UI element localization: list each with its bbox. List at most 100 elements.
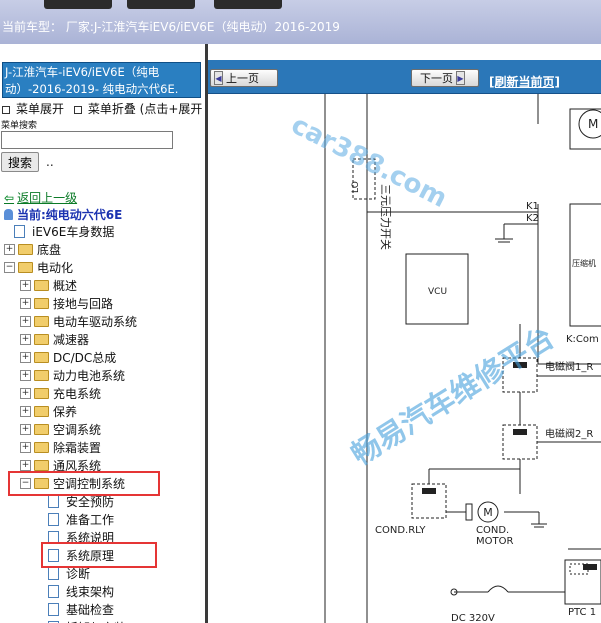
model-title-line: 动）-2016-2019- 纯电动六代6E. <box>5 82 179 96</box>
page-nav-bar: ◀ 上一页 下一页 ▶ [刷新当前页] <box>208 60 601 94</box>
expand-icon[interactable]: + <box>4 243 15 255</box>
folder-icon <box>34 315 49 327</box>
menu-expand-link[interactable]: 菜单展开 <box>16 102 64 116</box>
back-link-label: 返回上一级 <box>17 191 78 205</box>
tree-folder-item[interactable]: + 保养 <box>20 402 77 420</box>
tree-item-label: DC/DC总成 <box>53 350 117 365</box>
expand-icon[interactable]: + <box>20 279 31 291</box>
back-link[interactable]: ⇦ 返回上一级 <box>4 189 77 206</box>
expand-icon[interactable]: + <box>20 423 31 435</box>
tree-item-label: 减速器 <box>53 332 90 347</box>
tree-doc-item[interactable]: 线束架构 <box>48 582 114 600</box>
k-comp-label: K:Com <box>566 334 599 345</box>
cond-motor-label: COND. <box>476 525 509 536</box>
user-icon <box>4 209 13 220</box>
expand-icon[interactable]: + <box>20 441 31 453</box>
k2-label: K2 <box>526 213 539 224</box>
top-tab-button[interactable] <box>214 0 282 9</box>
tree-item-label: 保养 <box>53 404 78 419</box>
top-bar: 当前车型： 厂家:J-江淮汽车iEV6/iEV6E（纯电动）2016-2019 <box>0 0 601 45</box>
tree-folder-item[interactable]: + 接地与回路 <box>20 294 113 312</box>
square-icon <box>2 105 10 114</box>
tree-item-label: 准备工作 <box>66 512 115 527</box>
tree-item-label: 接地与回路 <box>53 296 114 311</box>
folder-icon <box>34 441 49 453</box>
cond-rly-label: COND.RLY <box>375 525 426 536</box>
prev-page-button[interactable]: ◀ 上一页 <box>210 69 278 87</box>
ptc-label: PTC 1 <box>568 607 596 618</box>
compressor-label: 压缩机 <box>572 258 596 268</box>
tree-folder-item[interactable]: + 充电系统 <box>20 384 101 402</box>
square-icon <box>73 105 82 114</box>
tree-folder-item[interactable]: − 电动化 <box>4 258 73 276</box>
back-arrow-icon: ⇦ <box>4 191 15 205</box>
cond-motor-label: MOTOR <box>476 536 513 547</box>
menu-controls: 菜单展开 菜单折叠 (点击+展开 <box>2 100 202 117</box>
highlight-box <box>41 542 157 568</box>
prev-page-label: 上一页 <box>226 72 259 85</box>
tree-folder-item[interactable]: + 底盘 <box>4 240 61 258</box>
current-car-value: 厂家:J-江淮汽车iEV6/iEV6E（纯电动）2016-2019 <box>65 20 340 34</box>
tree-item-label: 线束架构 <box>66 584 115 599</box>
tree-doc-item[interactable]: iEV6E车身数据 <box>14 222 114 240</box>
k1-label: K1 <box>526 201 539 212</box>
tree-item-label: 动力电池系统 <box>53 368 126 383</box>
search-button[interactable]: 搜索 <box>1 152 40 172</box>
folder-icon <box>34 459 49 471</box>
tree-folder-item[interactable]: + 减速器 <box>20 330 89 348</box>
model-title-line: J-江淮汽车-iEV6/iEV6E（纯电 <box>5 65 160 79</box>
tree-folder-item[interactable]: + 除霜装置 <box>20 438 101 456</box>
expand-icon[interactable]: + <box>20 369 31 381</box>
search-input[interactable] <box>1 131 173 149</box>
expand-icon[interactable]: + <box>20 351 31 363</box>
collapse-icon[interactable]: − <box>4 261 15 273</box>
folder-icon <box>34 351 49 363</box>
folder-icon <box>34 279 49 291</box>
expand-icon[interactable]: + <box>20 405 31 417</box>
content-pane: ◀ 上一页 下一页 ▶ [刷新当前页] M LO 三元压力开关 K1 K2 压缩… <box>208 44 601 623</box>
folder-icon <box>34 369 49 381</box>
sidebar: J-江淮汽车-iEV6/iEV6E（纯电 动）-2016-2019- 纯电动六代… <box>0 44 208 623</box>
model-title: J-江淮汽车-iEV6/iEV6E（纯电 动）-2016-2019- 纯电动六代… <box>2 62 201 98</box>
dc-voltage-label: DC 320V <box>451 613 495 623</box>
tree-folder-item[interactable]: + 空调系统 <box>20 420 101 438</box>
pressure-tag: LO <box>351 181 361 193</box>
document-icon <box>48 566 59 580</box>
document-icon <box>14 224 25 238</box>
tree-item-label: 拆卸与安装 <box>66 619 126 623</box>
left-arrow-icon: ◀ <box>214 71 223 85</box>
folder-icon <box>34 387 49 399</box>
valve1-label: 电磁阀1_R <box>545 360 593 373</box>
expand-icon[interactable]: + <box>20 297 31 309</box>
tree-folder-item[interactable]: + DC/DC总成 <box>20 348 116 366</box>
current-car-label: 当前车型： <box>2 20 63 34</box>
expand-icon[interactable]: + <box>20 315 31 327</box>
tree-item-label: 电动化 <box>37 260 74 275</box>
wiring-diagram: M LO 三元压力开关 K1 K2 压缩机 K:Com M VCU 电磁阀1_R… <box>324 94 601 623</box>
tree-item-label: 除霜装置 <box>53 440 102 455</box>
next-page-button[interactable]: 下一页 ▶ <box>411 69 479 87</box>
valve2-label: 电磁阀2_R <box>545 427 593 440</box>
tree-doc-item[interactable]: 基础检查 <box>48 600 114 618</box>
expand-icon[interactable]: + <box>20 387 31 399</box>
tree-folder-item[interactable]: + 概述 <box>20 276 77 294</box>
search-label: 菜单搜索 <box>1 121 38 131</box>
expand-icon[interactable]: + <box>20 459 31 471</box>
expand-icon[interactable]: + <box>20 333 31 345</box>
tree-doc-item[interactable]: 拆卸与安装 <box>48 618 126 623</box>
current-node-label: 当前:纯电动六代6E <box>17 208 123 222</box>
pressure-switch-label: 三元压力开关 <box>379 184 393 250</box>
right-arrow-icon: ▶ <box>456 71 465 85</box>
tree-folder-item[interactable]: + 动力电池系统 <box>20 366 125 384</box>
tree-doc-item[interactable]: 准备工作 <box>48 510 114 528</box>
next-page-label: 下一页 <box>420 72 453 85</box>
folder-icon <box>34 333 49 345</box>
top-tab-button[interactable] <box>127 0 195 9</box>
refresh-page-link[interactable]: [刷新当前页] <box>489 73 560 90</box>
motor-symbol: M <box>483 506 493 519</box>
top-tab-button[interactable] <box>44 0 112 9</box>
menu-collapse-link[interactable]: 菜单折叠 (点击+展开 <box>88 102 203 116</box>
tree-folder-item[interactable]: + 电动车驱动系统 <box>20 312 137 330</box>
vcu-label: VCU <box>428 287 447 297</box>
current-car-info: 当前车型： 厂家:J-江淮汽车iEV6/iEV6E（纯电动）2016-2019 <box>2 18 340 35</box>
